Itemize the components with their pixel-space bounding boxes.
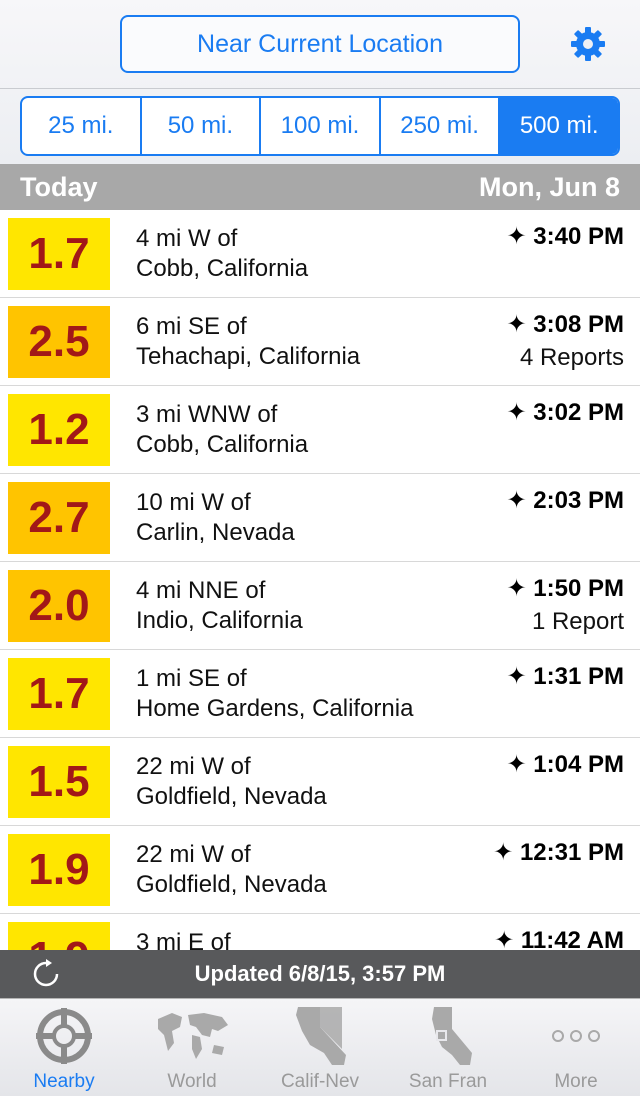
- crosshair-icon: [24, 1005, 104, 1067]
- location-text: 3 mi E of: [136, 928, 231, 950]
- magnitude-badge: 2.5: [8, 306, 110, 378]
- location-line-2: Goldfield, Nevada: [136, 783, 327, 810]
- earthquake-row[interactable]: 1.5 22 mi W of Goldfield, Nevada ✦ 1:04 PM: [0, 738, 640, 826]
- location-line-1: 4 mi W of: [136, 225, 238, 252]
- earthquake-row[interactable]: 2.7 10 mi W of Carlin, Nevada ✦ 2:03 PM: [0, 474, 640, 562]
- location-text: 6 mi SE of Tehachapi, California: [136, 312, 360, 372]
- quake-time: ✦ 1:31 PM: [506, 663, 624, 690]
- quake-time: ✦ 1:04 PM: [506, 751, 624, 778]
- distance-option-250mi[interactable]: 250 mi.: [381, 98, 501, 154]
- more-dots-icon: [536, 1005, 616, 1067]
- location-line-1: 6 mi SE of: [136, 313, 247, 340]
- earthquake-row[interactable]: 1.9 3 mi E of ✦ 11:42 AM: [0, 914, 640, 950]
- location-line-1: 4 mi NNE of: [136, 577, 266, 604]
- earthquake-row[interactable]: 2.0 4 mi NNE of Indio, California ✦ 1:50 PM…: [0, 562, 640, 650]
- magnitude-badge: 1.9: [8, 922, 110, 950]
- quake-time: ✦ 11:42 AM: [494, 927, 624, 950]
- magnitude-badge: 1.9: [8, 834, 110, 906]
- california-map-icon: [408, 1005, 488, 1067]
- tab-nearby[interactable]: Nearby: [0, 999, 128, 1096]
- calif-nev-map-icon: [280, 1005, 360, 1067]
- magnitude-badge: 1.2: [8, 394, 110, 466]
- quake-time: ✦ 1:50 PM: [506, 575, 624, 602]
- section-day-label: Today: [20, 171, 98, 202]
- location-line-1: 10 mi W of: [136, 489, 251, 516]
- magnitude-badge: 2.7: [8, 482, 110, 554]
- report-count: 4 Reports: [519, 344, 624, 371]
- section-header: Today Mon, Jun 8: [0, 164, 640, 210]
- distance-option-100mi[interactable]: 100 mi.: [261, 98, 381, 154]
- distance-option-500mi[interactable]: 500 mi.: [500, 98, 618, 154]
- section-date-label: Mon, Jun 8: [479, 171, 620, 202]
- location-text: 1 mi SE of Home Gardens, California: [136, 664, 413, 724]
- location-line-1: 3 mi E of: [136, 929, 231, 950]
- earthquake-row[interactable]: 1.7 1 mi SE of Home Gardens, California ✦ 1…: [0, 650, 640, 738]
- updated-label: Updated 6/8/15, 3:57 PM: [194, 961, 446, 986]
- location-line-2: Cobb, California: [136, 255, 309, 282]
- tab-label: Calif-Nev: [280, 1071, 360, 1092]
- location-text: 3 mi WNW of Cobb, California: [136, 400, 308, 460]
- location-line-1: 1 mi SE of: [136, 665, 247, 692]
- tab-label: World: [167, 1071, 217, 1092]
- tab-label: San Fran: [408, 1071, 488, 1092]
- tab-label: Nearby: [33, 1071, 95, 1092]
- location-text: 22 mi W of Goldfield, Nevada: [136, 840, 327, 900]
- magnitude-badge: 1.7: [8, 218, 110, 290]
- quake-time: ✦ 12:31 PM: [493, 839, 624, 866]
- earthquake-row[interactable]: 1.9 22 mi W of Goldfield, Nevada ✦ 12:31 PM: [0, 826, 640, 914]
- location-line-1: 22 mi W of: [136, 753, 251, 780]
- location-line-2: Carlin, Nevada: [136, 519, 295, 546]
- header-divider: [0, 88, 640, 89]
- location-line-1: 22 mi W of: [136, 841, 251, 868]
- location-text: 10 mi W of Carlin, Nevada: [136, 488, 295, 548]
- near-current-location-button[interactable]: Near Current Location: [120, 15, 520, 73]
- distance-option-25mi[interactable]: 25 mi.: [22, 98, 142, 154]
- earthquake-list: 1.7 4 mi W of Cobb, California ✦ 3:40 PM 2.5…: [0, 210, 640, 950]
- location-line-2: Home Gardens, California: [136, 695, 414, 722]
- quake-time: ✦ 3:08 PM: [506, 311, 624, 338]
- location-line-2: Goldfield, Nevada: [136, 871, 327, 898]
- world-map-icon: [152, 1005, 232, 1067]
- earthquake-row[interactable]: 1.2 3 mi WNW of Cobb, California ✦ 3:02 PM: [0, 386, 640, 474]
- tab-label: More: [554, 1071, 598, 1092]
- location-text: 4 mi W of Cobb, California: [136, 224, 308, 284]
- quake-time: ✦ 3:02 PM: [506, 399, 624, 426]
- magnitude-badge: 2.0: [8, 570, 110, 642]
- report-count: 1 Report: [531, 608, 624, 635]
- tab-world[interactable]: World: [128, 999, 256, 1096]
- earthquake-row[interactable]: 1.7 4 mi W of Cobb, California ✦ 3:40 PM: [0, 210, 640, 298]
- magnitude-badge: 1.7: [8, 658, 110, 730]
- magnitude-badge: 1.5: [8, 746, 110, 818]
- status-bar: Updated 6/8/15, 3:57 PM: [0, 950, 640, 998]
- tab-calif-nev[interactable]: Calif-Nev: [256, 999, 384, 1096]
- location-line-2: Tehachapi, California: [136, 343, 361, 370]
- gear-icon[interactable]: [568, 24, 608, 64]
- earthquake-row[interactable]: 2.5 6 mi SE of Tehachapi, California ✦ 3:08…: [0, 298, 640, 386]
- location-text: 4 mi NNE of Indio, California: [136, 576, 303, 636]
- location-text: 22 mi W of Goldfield, Nevada: [136, 752, 327, 812]
- quake-time: ✦ 3:40 PM: [506, 223, 624, 250]
- location-line-1: 3 mi WNW of: [136, 401, 278, 428]
- distance-option-50mi[interactable]: 50 mi.: [142, 98, 262, 154]
- tab-bar: Nearby World Calif-Nev San Fran More: [0, 998, 640, 1096]
- location-line-2: Indio, California: [136, 607, 303, 634]
- location-line-2: Cobb, California: [136, 431, 309, 458]
- tab-san-fran[interactable]: San Fran: [384, 999, 512, 1096]
- quake-time: ✦ 2:03 PM: [506, 487, 624, 514]
- distance-segmented-control: 25 mi. 50 mi. 100 mi. 250 mi. 500 mi.: [20, 96, 620, 156]
- tab-more[interactable]: More: [512, 999, 640, 1096]
- refresh-icon[interactable]: [30, 958, 62, 990]
